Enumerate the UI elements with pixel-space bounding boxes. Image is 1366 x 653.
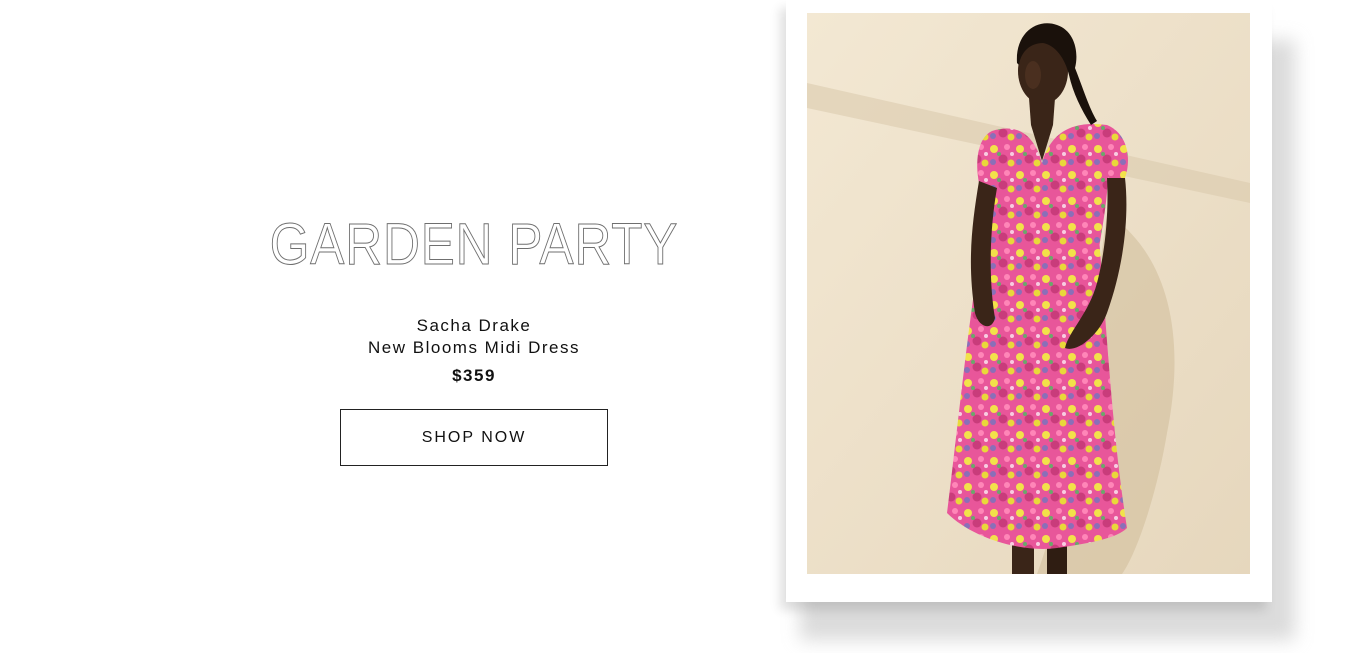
product-price: $359: [452, 366, 496, 385]
photo-card: [786, 0, 1272, 602]
product-brand: Sacha Drake: [416, 316, 532, 335]
promo-banner: GARDEN PARTY Sacha Drake New Blooms Midi…: [0, 0, 1366, 653]
model-illustration: [807, 13, 1250, 574]
product-photo[interactable]: [807, 13, 1250, 574]
promo-copy: GARDEN PARTY Sacha Drake New Blooms Midi…: [240, 205, 708, 466]
product-name: New Blooms Midi Dress: [368, 338, 580, 357]
shop-now-button[interactable]: SHOP NOW: [340, 409, 608, 466]
headline: GARDEN PARTY: [269, 212, 679, 278]
